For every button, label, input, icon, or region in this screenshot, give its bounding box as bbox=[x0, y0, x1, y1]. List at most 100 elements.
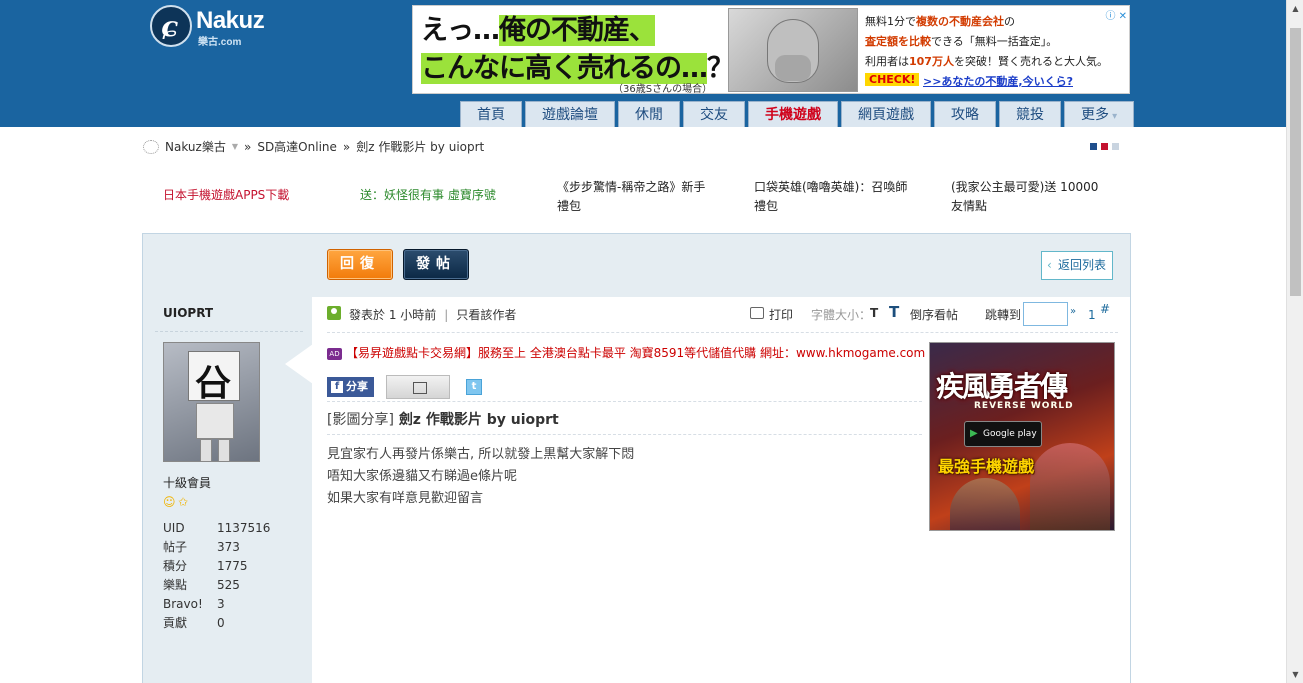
ad-headline-1: えっ…俺の不動産、 bbox=[421, 15, 656, 46]
stat-row: Bravo! 3 bbox=[163, 597, 225, 611]
post-title: [影圖分享] 劍z 作戰影片 by uioprt bbox=[327, 409, 559, 429]
promo-link[interactable]: 送：妖怪很有事 虛寶序號 bbox=[360, 186, 496, 205]
ad-choices-icon[interactable]: ⓘ ✕ bbox=[1105, 7, 1127, 22]
promo-links-row: 日本手機遊戲APPS下載 送：妖怪很有事 虛寶序號 《步步驚情-稱帝之路》新手禮… bbox=[143, 178, 1131, 218]
ad-slogan: 最強手機遊戲 bbox=[938, 457, 1035, 476]
main-nav: 首頁 遊戲論壇 休閒 交友 手機遊戲 網頁遊戲 攻略 競投 更多 bbox=[460, 101, 1135, 127]
floor-anchor[interactable]: # bbox=[1100, 302, 1110, 316]
ad-game-title: 疾風勇者傳 bbox=[936, 370, 1068, 403]
twitter-share-icon[interactable]: t bbox=[466, 379, 482, 395]
author-rank: 十級會員 bbox=[163, 476, 212, 490]
text-ad-line[interactable]: AD 【易昇遊戲點卡交易網】服務至上 全港澳台點卡最平 淘寶8591等代儲值代購 … bbox=[327, 344, 927, 361]
share-bar: f 分享 t bbox=[327, 375, 482, 399]
author-name[interactable]: UIOPRT bbox=[163, 306, 213, 320]
style-switcher bbox=[1090, 143, 1119, 150]
jump-go-icon[interactable]: » bbox=[1070, 306, 1076, 317]
promo-link[interactable]: 日本手機遊戲APPS下載 bbox=[163, 186, 289, 205]
promo-link[interactable]: 《步步驚情-稱帝之路》新手禮包 bbox=[557, 178, 717, 216]
image-share-button[interactable] bbox=[386, 375, 450, 399]
scroll-down-arrow-icon[interactable]: ▼ bbox=[1287, 666, 1303, 683]
divider bbox=[327, 401, 922, 402]
top-banner-ad[interactable]: えっ…俺の不動産、 こんなに高く売れるの…？ （36歳Sさんの場合） 無料1分で… bbox=[412, 5, 1130, 94]
scrollbar-thumb[interactable] bbox=[1290, 28, 1301, 296]
new-post-button[interactable]: 發帖 bbox=[403, 249, 469, 280]
post-title-text: 劍z 作戰影片 by uioprt bbox=[398, 412, 559, 428]
nav-item-guides[interactable]: 攻略 bbox=[934, 101, 996, 127]
nav-item-leisure[interactable]: 休閒 bbox=[618, 101, 680, 127]
nav-item-home[interactable]: 首頁 bbox=[460, 101, 522, 127]
text-ad[interactable]: 【易昇遊戲點卡交易網】服務至上 全港澳台點卡最平 淘寶8591等代儲值代購 網址… bbox=[346, 346, 925, 360]
reply-button[interactable]: 回復 bbox=[327, 249, 393, 280]
style-swatch-gray[interactable] bbox=[1112, 143, 1119, 150]
nav-item-auction[interactable]: 競投 bbox=[999, 101, 1061, 127]
page-number[interactable]: 1 bbox=[1088, 308, 1096, 322]
ad-check-badge: CHECK! bbox=[865, 73, 920, 86]
logo-name: Nakuz bbox=[196, 7, 265, 34]
post-container: UIOPRT 㕣 十級會員 ☺ ✩ UID 1137516 帖子 373 積分 177… bbox=[142, 233, 1131, 683]
ad-text: 無料1分で複数の不動産会社の 査定額を比較できる「無料一括査定」。 利用者は10… bbox=[865, 15, 1108, 68]
home-icon[interactable] bbox=[143, 139, 159, 154]
jump-page-input[interactable] bbox=[1023, 302, 1068, 326]
nav-item-social[interactable]: 交友 bbox=[683, 101, 745, 127]
stat-row: 貢獻 0 bbox=[163, 616, 225, 630]
google-play-badge[interactable]: Google play bbox=[964, 421, 1042, 447]
font-size-toggle[interactable]: T bbox=[870, 306, 878, 320]
rank-icons: ☺ ✩ bbox=[163, 496, 191, 509]
style-swatch-blue[interactable] bbox=[1090, 143, 1097, 150]
nav-item-game-forum[interactable]: 遊戲論壇 bbox=[525, 101, 615, 127]
promo-link[interactable]: 口袋英雄(嚕嚕英雄)：召喚師禮包 bbox=[754, 178, 914, 216]
ad-note: （36歳Sさんの場合） bbox=[613, 84, 713, 94]
action-bar: 回復 發帖 返回列表 bbox=[312, 234, 1130, 297]
stat-row: 樂點 525 bbox=[163, 578, 240, 592]
stat-row: 積分 1775 bbox=[163, 559, 248, 573]
avatar[interactable]: 㕣 bbox=[163, 342, 260, 462]
side-game-ad[interactable]: 疾風勇者傳 REVERSE WORLD Google play 最強手機遊戲 bbox=[929, 342, 1115, 531]
content-line: 如果大家有咩意見歡迎留言 bbox=[327, 491, 484, 506]
breadcrumb-site[interactable]: Nakuz樂古 bbox=[165, 138, 226, 155]
stat-row: UID 1137516 bbox=[163, 521, 271, 535]
scroll-up-arrow-icon[interactable]: ▲ bbox=[1287, 0, 1303, 17]
chevron-down-icon[interactable]: ▼ bbox=[232, 142, 238, 151]
breadcrumb-forum[interactable]: SD高達Online bbox=[257, 138, 337, 155]
post-header: 發表於 1 小時前 | 只看該作者 打印 字體大小： T T 倒序看帖 跳轉到 » … bbox=[312, 297, 1130, 333]
logo-mark: ɕ bbox=[150, 5, 192, 47]
ad-character bbox=[950, 478, 1020, 530]
reverse-order-icon[interactable]: T bbox=[889, 303, 899, 321]
post-content: 見宜家冇人再發片係樂古, 所以就發上黒幫大家解下悶 唔知大家係邊貓又冇睇過e條片… bbox=[327, 444, 927, 510]
only-author-link[interactable]: 只看該作者 bbox=[456, 308, 516, 322]
author-stats: UID 1137516 帖子 373 積分 1775 樂點 525 Bravo! 3 貢獻… bbox=[163, 519, 293, 633]
nav-item-mobile-games[interactable]: 手機遊戲 bbox=[748, 101, 838, 127]
author-sidebar: UIOPRT 㕣 十級會員 ☺ ✩ UID 1137516 帖子 373 積分 177… bbox=[143, 234, 313, 683]
breadcrumb-sep: » bbox=[342, 139, 351, 154]
back-to-list-button[interactable]: 返回列表 bbox=[1040, 251, 1113, 280]
divider bbox=[155, 331, 303, 332]
nav-item-more[interactable]: 更多 bbox=[1064, 101, 1135, 127]
online-status-icon bbox=[327, 306, 341, 320]
content-line: 見宜家冇人再發片係樂古, 所以就發上黒幫大家解下悶 bbox=[327, 447, 635, 462]
facebook-icon: f bbox=[331, 381, 343, 393]
reverse-order-link[interactable]: 倒序看帖 bbox=[910, 306, 958, 323]
post-main: 回復 發帖 返回列表 發表於 1 小時前|只看該作者 打印 字體大小： T T … bbox=[312, 234, 1130, 683]
print-icon[interactable] bbox=[750, 307, 764, 319]
site-header: ɕ Nakuz 樂古.com えっ…俺の不動産、 こんなに高く売れるの…？ （3… bbox=[0, 0, 1286, 127]
post-category-tag[interactable]: [影圖分享] bbox=[327, 412, 394, 428]
star-icon: ✩ bbox=[178, 495, 189, 509]
facebook-share-button[interactable]: f 分享 bbox=[327, 377, 374, 397]
nav-item-web-games[interactable]: 網頁遊戲 bbox=[841, 101, 931, 127]
speech-arrow bbox=[285, 344, 313, 384]
ad-game-subtitle: REVERSE WORLD bbox=[974, 401, 1074, 411]
style-swatch-red[interactable] bbox=[1101, 143, 1108, 150]
content-line: 唔知大家係邊貓又冇睇過e條片呢 bbox=[327, 469, 517, 484]
promo-link[interactable]: (我家公主最可愛)送 10000 友情點 bbox=[951, 178, 1111, 216]
page-scrollbar[interactable]: ▲ ▼ bbox=[1286, 0, 1303, 683]
ad-character bbox=[1030, 443, 1110, 530]
print-link[interactable]: 打印 bbox=[769, 306, 793, 323]
post-time: 發表於 1 小時前 bbox=[349, 308, 437, 322]
ad-link[interactable]: >>あなたの不動産,今いくら? bbox=[923, 73, 1073, 89]
smiley-icon: ☺ bbox=[163, 495, 176, 509]
breadcrumb-thread[interactable]: 劍z 作戰影片 by uioprt bbox=[356, 138, 484, 155]
breadcrumb-sep: » bbox=[243, 139, 252, 154]
ad-badge-icon: AD bbox=[327, 348, 342, 360]
font-size-label: 字體大小： bbox=[811, 308, 872, 322]
site-logo[interactable]: ɕ Nakuz 樂古.com bbox=[150, 5, 285, 48]
